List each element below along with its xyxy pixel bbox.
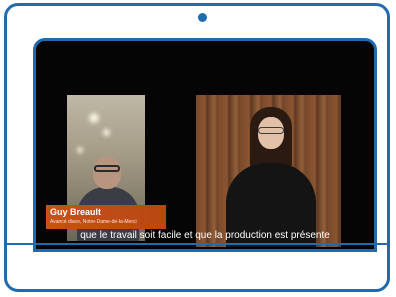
front-camera [198,13,207,22]
tablet-bezel-line [4,243,390,245]
speaker-name-tag: Guy Breault Avancé diace, Notre-Dame-de-… [46,205,166,229]
subtitle-caption: que le travail soit facile et que la pro… [80,230,330,241]
ceiling-light [77,147,83,153]
ceiling-light [89,113,99,123]
speaker-name: Guy Breault [50,207,102,217]
participant-head [93,157,121,189]
glasses [94,165,120,172]
speaker-title: Avancé diace, Notre-Dame-de-la-Merci [50,219,137,225]
ceiling-light [103,129,110,136]
glasses [258,127,284,134]
video-call-screen: Guy Breault Avancé diace, Notre-Dame-de-… [33,38,377,252]
participant-video-right[interactable] [196,95,341,247]
